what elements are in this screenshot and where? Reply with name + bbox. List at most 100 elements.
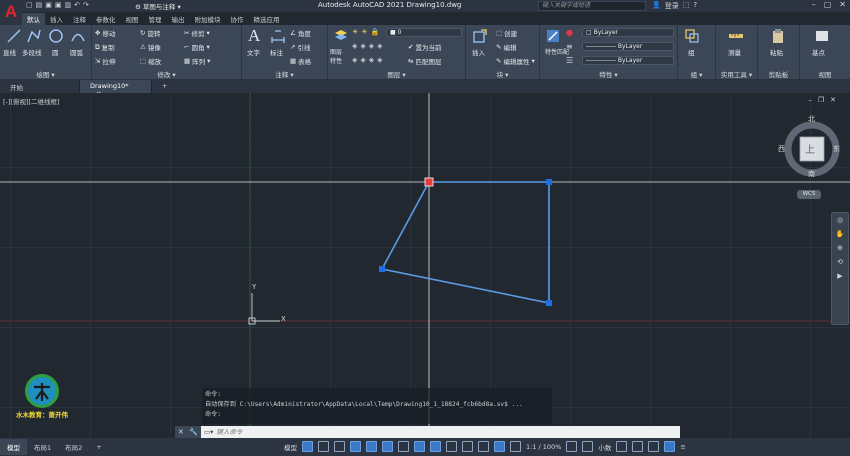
measure-icon[interactable] — [728, 28, 744, 44]
close-command-line-icon[interactable]: ✕ — [178, 428, 184, 436]
match-properties-icon[interactable] — [545, 28, 561, 44]
settings-gear-icon[interactable] — [566, 441, 578, 452]
annotation-visibility-icon[interactable] — [494, 441, 505, 452]
create-block-button[interactable]: ⬚ 创建 — [496, 28, 517, 38]
cart-icon[interactable]: ⬚ — [683, 1, 690, 11]
add-layout-button[interactable]: + — [89, 440, 108, 454]
minimize-viewport-icon[interactable]: – — [808, 96, 812, 104]
tab-layout1[interactable]: 布局1 — [27, 439, 58, 455]
command-input[interactable] — [216, 428, 417, 436]
layer-tool-icon[interactable]: ◈ — [360, 56, 365, 64]
color-wheel-icon[interactable]: ● — [566, 28, 573, 37]
panel-modify-label[interactable]: 修改 ▾ — [92, 69, 241, 79]
line-icon[interactable] — [6, 28, 22, 44]
zoom-extents-icon[interactable]: ⊕ — [832, 241, 848, 255]
panel-clipboard-label[interactable]: 剪贴板 — [758, 69, 799, 79]
plot-icon[interactable]: ▥ — [65, 1, 72, 9]
group-icon[interactable] — [684, 28, 700, 44]
group-button[interactable]: 组 — [688, 47, 695, 57]
selection-cycling-icon[interactable] — [478, 441, 489, 452]
circle-icon[interactable] — [48, 28, 64, 44]
base-view-icon[interactable] — [814, 28, 830, 44]
wcs-menu[interactable]: WCS — [797, 190, 821, 199]
hot-grip-point[interactable] — [424, 177, 434, 187]
model-space-button[interactable]: 模型 — [284, 442, 297, 452]
layer-freeze-icon[interactable]: ☀ — [361, 28, 367, 36]
compass-south[interactable]: 南 — [808, 169, 815, 179]
save-icon[interactable]: ▣ — [45, 1, 52, 9]
text-button[interactable]: 文字 — [247, 47, 260, 57]
edit-attributes-button[interactable]: ✎ 编辑属性 ▾ — [496, 56, 535, 66]
compass-north[interactable]: 北 — [808, 114, 815, 124]
tab-model[interactable]: 模型 — [0, 439, 27, 455]
panel-draw-label[interactable]: 绘图 ▾ — [0, 69, 91, 79]
isometric-drafting-icon[interactable] — [398, 441, 409, 452]
maximize-icon[interactable]: ▢ — [824, 0, 832, 9]
customize-icon[interactable]: 🔧 — [189, 428, 198, 436]
tab-insert[interactable]: 插入 — [45, 13, 68, 25]
trim-button[interactable]: ✂ 修剪 ▾ — [184, 28, 210, 38]
restore-viewport-icon[interactable]: ❐ — [818, 96, 824, 104]
tab-output[interactable]: 输出 — [167, 13, 190, 25]
object-snap-icon[interactable] — [430, 441, 441, 452]
panel-groups-label[interactable]: 组 ▾ — [678, 69, 715, 79]
search-input[interactable]: 键入关键字或短语 — [538, 1, 646, 11]
compass-west[interactable]: 西 — [778, 144, 785, 154]
tab-featured-apps[interactable]: 精选应用 — [249, 13, 285, 25]
grip-point[interactable] — [379, 266, 385, 272]
compass-east[interactable]: 东 — [833, 144, 840, 154]
paste-icon[interactable] — [770, 28, 786, 44]
panel-properties-label[interactable]: 特性 ▾ — [540, 69, 677, 79]
isolate-objects-icon[interactable] — [648, 441, 660, 452]
arc-button[interactable]: 圆弧 — [70, 47, 83, 57]
layer-tool-icon[interactable]: ◈ — [352, 56, 357, 64]
panel-block-label[interactable]: 块 ▾ — [466, 69, 539, 79]
circle-button[interactable]: 圆 — [52, 47, 59, 57]
help-icon[interactable]: ? — [693, 1, 697, 11]
workspace-switcher[interactable]: ⚙ 草图与注释 ▾ — [135, 1, 230, 11]
dimension-icon[interactable] — [270, 28, 286, 44]
grip-point[interactable] — [546, 300, 552, 306]
rotate-button[interactable]: ↻ 旋转 — [140, 28, 160, 38]
tab-view[interactable]: 视图 — [121, 13, 144, 25]
panel-annotation-label[interactable]: 注释 ▾ — [242, 69, 327, 79]
viewport-label[interactable]: [-][俯视][二维线框] — [3, 96, 60, 106]
tab-annotate[interactable]: 注释 — [68, 13, 91, 25]
steering-wheel-icon[interactable]: ◎ — [832, 213, 848, 227]
polyline-button[interactable]: 多段线 — [22, 47, 42, 57]
polar-tracking-icon[interactable] — [382, 441, 393, 452]
new-tab-button[interactable]: + — [152, 80, 177, 93]
viewcube[interactable]: 北 南 东 西 上 — [778, 114, 844, 181]
table-button[interactable]: ▦ 表格 — [290, 56, 311, 66]
layer-dropdown[interactable]: ■ 0 — [386, 28, 462, 37]
stretch-button[interactable]: ⇲ 拉伸 — [95, 56, 115, 66]
tab-manage[interactable]: 管理 — [144, 13, 167, 25]
command-prompt-icon[interactable]: ▭▾ — [204, 428, 213, 436]
object-snap-tracking-icon[interactable] — [414, 441, 425, 452]
tab-addins[interactable]: 附加模块 — [190, 13, 226, 25]
insert-block-icon[interactable] — [472, 28, 488, 44]
linetype-dropdown[interactable]: ――――― ByLayer — [582, 56, 674, 65]
color-dropdown[interactable]: □ ByLayer — [582, 28, 674, 37]
layer-tool-icon[interactable]: ◈ — [369, 42, 374, 50]
polyline-icon[interactable] — [26, 28, 42, 44]
undo-icon[interactable]: ↶ — [74, 1, 80, 9]
panel-view-label[interactable]: 视图 — [800, 69, 850, 79]
ortho-toggle-icon[interactable] — [366, 441, 377, 452]
pan-icon[interactable]: ✋ — [832, 227, 848, 241]
lock-ui-icon[interactable] — [632, 441, 644, 452]
tab-default[interactable]: 默认 — [22, 13, 45, 25]
new-file-icon[interactable]: ▢ — [26, 1, 33, 9]
tab-drawing10[interactable]: Drawing10* ✕ — [80, 80, 152, 98]
make-current-button[interactable]: ✔ 置为当前 — [408, 42, 441, 52]
viewcube-top-face[interactable]: 上 — [805, 141, 815, 156]
line-button[interactable]: 直线 — [3, 47, 16, 57]
layer-tool-icon[interactable]: ◈ — [377, 42, 382, 50]
infer-constraints-icon[interactable] — [334, 441, 345, 452]
base-view-button[interactable]: 基点 — [812, 47, 825, 57]
layer-tool-icon[interactable]: ◈ — [377, 56, 382, 64]
drawing-canvas[interactable]: [-][俯视][二维线框] – ❐ ✕ Y X — [0, 93, 850, 438]
layer-on-icon[interactable]: ☀ — [352, 28, 358, 36]
edit-block-button[interactable]: ✎ 编辑 — [496, 42, 516, 52]
insert-button[interactable]: 插入 — [472, 47, 485, 57]
